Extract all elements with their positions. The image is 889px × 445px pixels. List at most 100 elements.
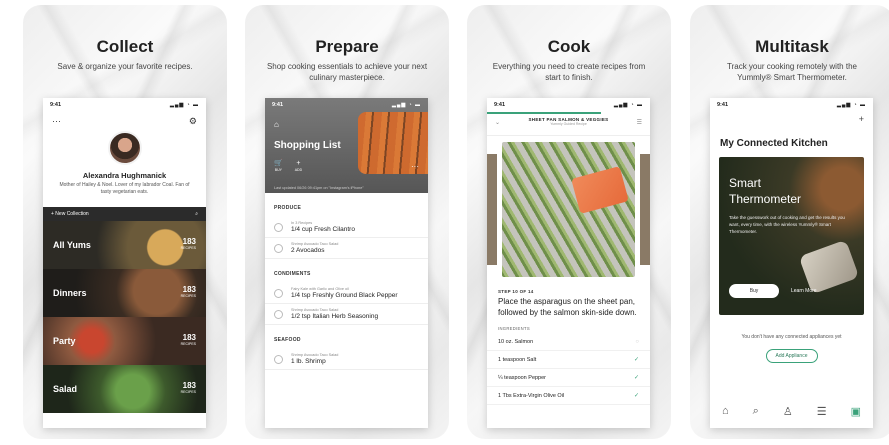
prepare-card: Prepare Shop cooking essentials to achie… bbox=[245, 5, 449, 439]
collection-label: Salad bbox=[53, 384, 78, 394]
cook-title: Cook bbox=[547, 37, 591, 56]
status-bar: 9:41 ▂▄▆ ◔ ▬ bbox=[43, 98, 206, 112]
collection-count: 183 RECIPES bbox=[180, 333, 196, 347]
home-icon[interactable]: ⌂ bbox=[274, 120, 279, 129]
buy-button[interactable]: Buy bbox=[729, 284, 779, 298]
learn-more-link[interactable]: Learn More bbox=[791, 284, 817, 298]
status-icons: ▂▄▆ ◔ ▬ bbox=[836, 102, 866, 108]
step-photo bbox=[487, 142, 650, 277]
next-step-preview[interactable] bbox=[640, 154, 650, 265]
status-icons: ▂▄▆ ◔ ▬ bbox=[613, 102, 643, 108]
list-icon[interactable]: ☰ bbox=[637, 119, 642, 126]
collection-dinners[interactable]: Dinners 183 RECIPES bbox=[43, 269, 206, 317]
section-condiments: CONDIMENTS bbox=[274, 271, 311, 277]
more-icon[interactable]: ··· bbox=[411, 162, 419, 171]
checkbox[interactable] bbox=[274, 354, 283, 364]
status-bar: 9:41 ▂▄▆ ◔ ▬ bbox=[710, 98, 873, 112]
collection-salad[interactable]: Salad 183 RECIPES bbox=[43, 365, 206, 413]
new-collection-button[interactable]: + New Collection bbox=[51, 211, 89, 217]
chevron-down-icon[interactable]: ⌄ bbox=[495, 119, 500, 126]
cook-phone: 9:41 ▂▄▆ ◔ ▬ ⌄ SHEET PAN SALMON & VEGGIES… bbox=[487, 98, 650, 428]
time: 9:41 bbox=[272, 102, 284, 108]
multitask-phone: 9:41 ▂▄▆ ◔ ▬ + My Connected Kitchen Smart… bbox=[710, 98, 873, 428]
sheet-pan-image bbox=[502, 142, 635, 277]
prepare-subtitle: Shop cooking essentials to achieve your … bbox=[266, 62, 428, 82]
check-icon[interactable]: ✓ bbox=[634, 374, 639, 381]
collection-party[interactable]: Party 183 RECIPES bbox=[43, 317, 206, 365]
check-icon[interactable]: ✓ bbox=[634, 356, 639, 363]
bottom-nav: ⌂ ⌕ ♙ ☰ ▣ bbox=[710, 405, 873, 418]
buy-button[interactable]: 🛒 BUY bbox=[274, 160, 283, 174]
section-seafood: SEAFOOD bbox=[274, 337, 301, 343]
home-icon[interactable]: ⌂ bbox=[722, 405, 729, 418]
status-bar: 9:41 ▂▄▆ ◔ ▬ bbox=[265, 98, 428, 112]
tile-title: Smart Thermometer bbox=[729, 176, 802, 206]
check-icon[interactable]: ✓ bbox=[634, 392, 639, 399]
check-icon[interactable]: ○ bbox=[635, 339, 639, 345]
list-item[interactable]: Shrimp Avocado Taco Salad 1 lb. Shrimp bbox=[265, 349, 428, 370]
time: 9:41 bbox=[50, 102, 62, 108]
list-item[interactable]: Shrimp Avocado Taco Salad 2 Avocados bbox=[265, 238, 428, 259]
profile-bio: Mother of Hailey & Noel. Lover of my lab… bbox=[59, 182, 190, 195]
add-icon[interactable]: + bbox=[710, 112, 873, 128]
recipe-subtitle: Yummly Guided Recipe bbox=[550, 122, 587, 126]
status-bar: 9:41 ▂▄▆ ◔ ▬ bbox=[487, 98, 650, 112]
profile-icon[interactable]: ♙ bbox=[783, 405, 793, 418]
checkbox[interactable] bbox=[274, 243, 283, 253]
avatar bbox=[107, 131, 142, 165]
status-icons: ▂▄▆ ◔ ▬ bbox=[391, 102, 421, 108]
app-store-screens: Collect Save & organize your favorite re… bbox=[0, 0, 889, 445]
ingredients-label: INGREDIENTS bbox=[498, 326, 530, 331]
search-icon[interactable]: ⌕ bbox=[195, 211, 198, 217]
collect-toolbar: ··· ⚙ bbox=[43, 112, 206, 131]
add-appliance-button[interactable]: Add Appliance bbox=[765, 349, 818, 363]
profile-name: Alexandra Hughmanick bbox=[82, 171, 167, 180]
list-item[interactable]: Fairy Kale with Garlic and Olive oil 1/4 … bbox=[265, 283, 428, 304]
collect-card: Collect Save & organize your favorite re… bbox=[23, 5, 227, 439]
add-button[interactable]: + ADD bbox=[295, 160, 302, 174]
cook-card: Cook Everything you need to create recip… bbox=[467, 5, 671, 439]
collection-count: 183 RECIPES bbox=[180, 285, 196, 299]
checkbox[interactable] bbox=[274, 288, 283, 298]
list-item[interactable]: In 3 Recipes 1/4 cup Fresh Cilantro bbox=[265, 217, 428, 238]
collection-label: All Yums bbox=[53, 240, 91, 250]
search-icon[interactable]: ⌕ bbox=[753, 405, 759, 418]
collect-title: Collect bbox=[96, 37, 154, 56]
list-item[interactable]: Shrimp Avocado Taco Salad 1/2 tsp Italian… bbox=[265, 304, 428, 325]
empty-state-text: You don't have any connected appliances … bbox=[741, 334, 842, 340]
collect-phone: 9:41 ▂▄▆ ◔ ▬ ··· ⚙ Alexandra Hughmanick M… bbox=[43, 98, 206, 428]
ingredient-row[interactable]: 1 teaspoon Salt ✓ bbox=[487, 351, 650, 369]
step-counter: STEP 10 OF 14 bbox=[498, 289, 534, 294]
shopping-list-header: 9:41 ▂▄▆ ◔ ▬ ⌂ Shopping List 🛒 BUY + ADD ··… bbox=[265, 98, 428, 193]
collect-subtitle: Save & organize your favorite recipes. bbox=[57, 62, 193, 71]
ingredient-row[interactable]: 1 Tbs Extra-Virgin Olive Oil ✓ bbox=[487, 387, 650, 405]
collection-bar: + New Collection ⌕ bbox=[43, 207, 206, 221]
collection-count: 183 RECIPES bbox=[180, 381, 196, 395]
status-icons: ▂▄▆ ◔ ▬ bbox=[169, 102, 199, 108]
list-tools: 🛒 BUY + ADD bbox=[274, 160, 302, 174]
gear-icon[interactable]: ⚙ bbox=[189, 116, 197, 127]
multitask-title: Multitask bbox=[755, 37, 829, 56]
tile-description: Take the guesswork out of cooking and ge… bbox=[729, 215, 845, 234]
collection-count: 183 RECIPES bbox=[180, 237, 196, 251]
cook-subtitle: Everything you need to create recipes fr… bbox=[492, 62, 646, 82]
connected-kitchen-heading: My Connected Kitchen bbox=[720, 138, 828, 149]
checkbox[interactable] bbox=[274, 309, 283, 319]
thermometer-tile: Smart Thermometer Take the guesswork out … bbox=[719, 157, 864, 315]
ellipsis-icon[interactable]: ··· bbox=[52, 116, 61, 127]
list-icon[interactable]: ☰ bbox=[817, 405, 827, 418]
progress-bar bbox=[487, 112, 602, 114]
time: 9:41 bbox=[717, 102, 729, 108]
devices-icon[interactable]: ▣ bbox=[851, 405, 861, 418]
checkbox[interactable] bbox=[274, 222, 283, 232]
multitask-subtitle: Track your cooking remotely with the Yum… bbox=[727, 62, 857, 82]
multitask-card: Multitask Track your cooking remotely wi… bbox=[690, 5, 889, 439]
time: 9:41 bbox=[494, 102, 506, 108]
prepare-phone: 9:41 ▂▄▆ ◔ ▬ ⌂ Shopping List 🛒 BUY + ADD ··… bbox=[265, 98, 428, 428]
ingredient-row[interactable]: 10 oz. Salmon ○ bbox=[487, 334, 650, 351]
step-instruction: Place the asparagus on the sheet pan, fo… bbox=[498, 297, 637, 317]
prev-step-preview[interactable] bbox=[487, 154, 497, 265]
prepare-title: Prepare bbox=[315, 37, 379, 56]
ingredient-row[interactable]: ¼ teaspoon Pepper ✓ bbox=[487, 369, 650, 387]
collection-all-yums[interactable]: All Yums 183 RECIPES bbox=[43, 221, 206, 269]
